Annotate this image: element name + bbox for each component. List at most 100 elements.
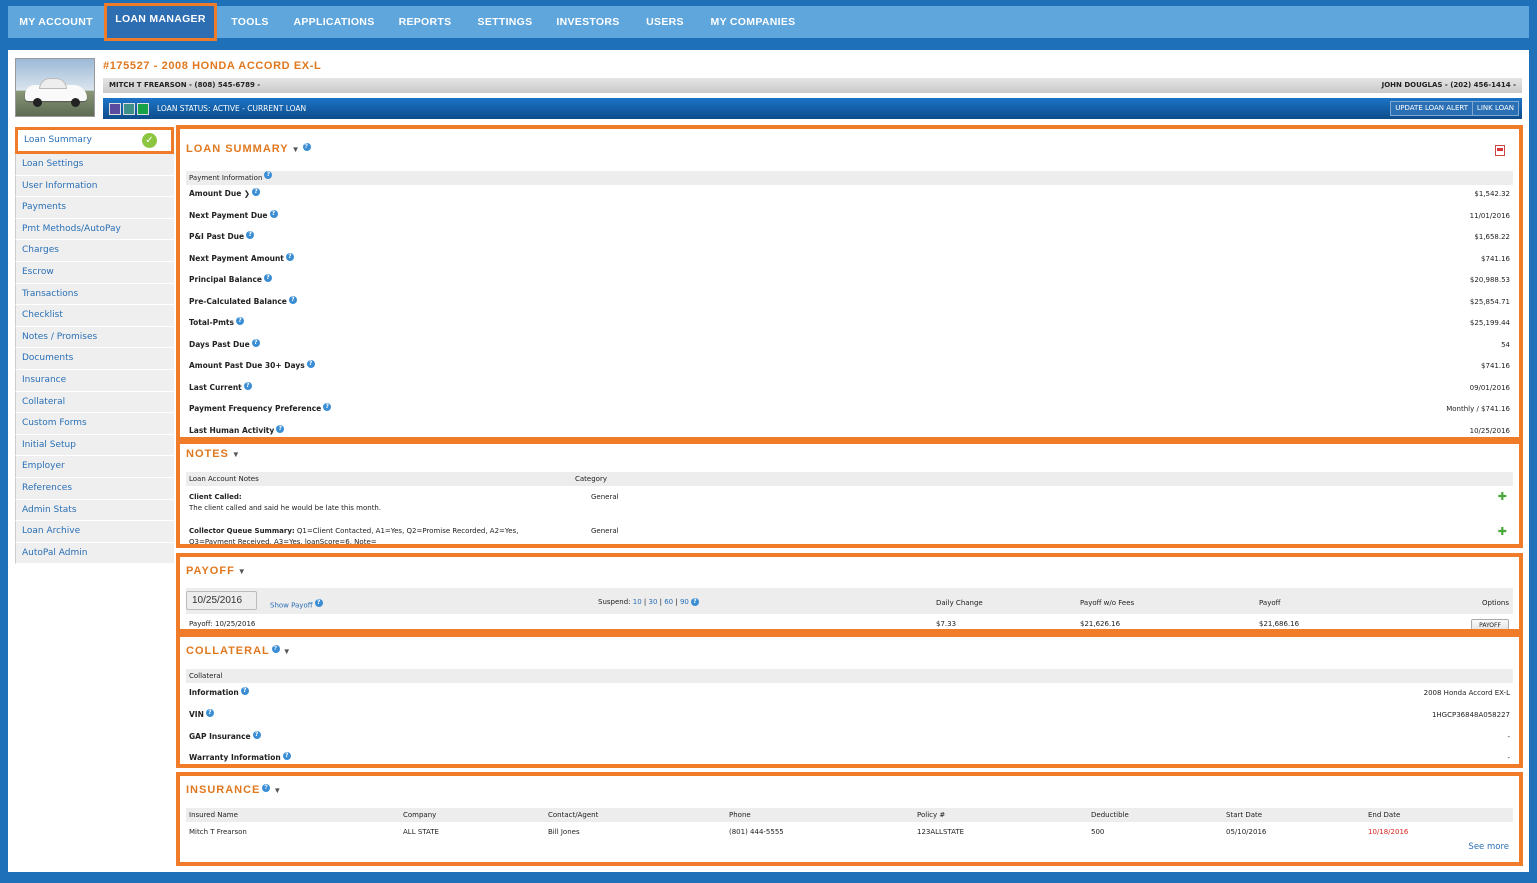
help-icon[interactable]: ? [271,645,280,653]
notes-title[interactable]: NOTES ▼ [186,448,241,460]
sidebar-item-employer[interactable]: Employer [15,456,174,478]
add-icon[interactable]: ✚ [1498,525,1507,538]
sidebar-item-admin-stats[interactable]: Admin Stats [15,499,174,522]
help-icon[interactable]: ? [243,381,252,390]
payoff-panel: PAYOFF ▼ 10/25/2016 Show Payoff? Suspend:… [176,553,1523,633]
help-icon[interactable]: ? [323,403,332,411]
status-square-2 [123,103,135,115]
nav-investors[interactable]: INVESTORS [550,6,626,38]
sidebar-item-loan-settings[interactable]: Loan Settings [15,154,174,176]
nav-settings[interactable]: SETTINGS [470,6,540,38]
loan-summary-title[interactable]: LOAN SUMMARY ▼? [186,143,311,155]
show-payoff-text: Show Payoff [270,601,313,610]
help-icon[interactable]: ? [264,171,273,179]
help-icon[interactable]: ? [690,598,699,606]
sidebar-item-charges[interactable]: Charges [15,240,174,262]
sidebar-item-documents[interactable]: Documents [15,348,174,370]
chevron-down-icon[interactable]: ▼ [273,786,282,795]
sidebar-item-checklist[interactable]: Checklist [15,305,174,327]
suspend-60-link[interactable]: 60 [664,598,673,606]
row-value: $1,542.32 [1474,190,1510,198]
suspend-options: Suspend: 10 | 30 | 60 | 90? [598,598,699,606]
sidebar-item-custom-forms[interactable]: Custom Forms [15,413,174,435]
insurance-end-date: 10/18/2016 [1368,828,1409,836]
sidebar-item-transactions[interactable]: Transactions [15,283,174,306]
help-icon[interactable]: ? [306,360,315,368]
show-payoff-link[interactable]: Show Payoff? [270,599,323,609]
payoff-title[interactable]: PAYOFF ▼ [186,565,247,577]
chevron-right-icon[interactable]: ❯ [244,189,250,198]
summary-row-pi-past-due: P&I Past Due? $1,658.22 [189,231,1510,243]
sidebar-item-initial-setup[interactable]: Initial Setup [15,434,174,457]
summary-row-last-current: Last Current? 09/01/2016 [189,381,1510,394]
row-value: $25,854.71 [1469,297,1510,306]
nav-tools[interactable]: TOOLS [222,6,278,38]
see-more-link[interactable]: See more [1468,842,1509,852]
row-value: Monthly / $741.16 [1446,405,1510,413]
help-icon[interactable]: ? [252,731,261,739]
row-label: VIN [189,710,204,719]
col-phone: Phone [729,811,751,819]
payoff-date-input[interactable]: 10/25/2016 [186,591,257,610]
chevron-down-icon[interactable]: ▼ [232,450,241,459]
help-icon[interactable]: ? [205,709,214,717]
summary-row-last-human-activity: Last Human Activity? 10/25/2016 [189,424,1510,437]
sidebar-item-pmt-methods[interactable]: Pmt Methods/AutoPay [15,218,174,241]
note-body: The client called and said he would be l… [189,504,382,512]
sidebar-item-escrow[interactable]: Escrow [15,261,174,284]
help-icon[interactable]: ? [252,188,260,196]
sidebar-item-user-information[interactable]: User Information [15,175,174,198]
add-icon[interactable]: ✚ [1498,490,1507,503]
insurance-title[interactable]: INSURANCE? ▼ [186,784,282,796]
help-icon[interactable]: ? [262,784,271,792]
sidebar-item-references[interactable]: References [15,477,174,500]
help-icon[interactable]: ? [240,687,249,695]
sidebar-item-collateral[interactable]: Collateral [15,391,174,414]
help-icon[interactable]: ? [269,209,278,218]
loan-summary-title-text: LOAN SUMMARY [186,143,289,155]
suspend-90-link[interactable]: 90 [680,598,689,606]
suspend-label: Suspend: [598,598,631,606]
nav-my-companies[interactable]: MY COMPANIES [704,6,802,38]
nav-my-account[interactable]: MY ACCOUNT [12,6,100,38]
help-icon[interactable]: ? [276,424,285,433]
pdf-icon[interactable] [1495,145,1505,156]
link-loan-button[interactable]: LINK LOAN [1471,101,1519,116]
sidebar-item-insurance[interactable]: Insurance [15,369,174,392]
update-loan-alert-button[interactable]: UPDATE LOAN ALERT [1390,101,1473,116]
row-value: 54 [1501,340,1510,349]
payoff-button[interactable]: PAYOFF [1471,619,1509,629]
nav-reports[interactable]: REPORTS [390,6,460,38]
help-icon[interactable]: ? [264,274,273,282]
status-square-3 [137,103,149,115]
help-icon[interactable]: ? [246,231,255,239]
chevron-down-icon[interactable]: ▼ [238,567,247,576]
sidebar-item-loan-archive[interactable]: Loan Archive [15,521,174,543]
help-icon[interactable]: ? [235,317,244,325]
note-row-2: Collector Queue Summary: Q1=Client Conta… [189,527,518,535]
sidebar-item-loan-summary[interactable]: Loan Summary ✓ [15,127,174,154]
row-label: Amount Due [189,189,242,198]
col-contact-agent: Contact/Agent [548,811,599,819]
help-icon[interactable]: ? [288,295,297,304]
sidebar-item-notes[interactable]: Notes / Promises [15,326,174,349]
suspend-30-link[interactable]: 30 [648,598,657,606]
chevron-down-icon[interactable]: ▼ [292,145,301,154]
nav-loan-manager[interactable]: LOAN MANAGER [104,3,217,41]
sidebar-item-payments[interactable]: Payments [15,197,174,219]
help-icon[interactable]: ? [282,752,291,760]
help-icon[interactable]: ? [285,252,294,261]
col-policy: Policy # [917,811,946,819]
notes-table-header: Loan Account Notes Category [186,472,1513,486]
vehicle-photo[interactable] [15,58,95,117]
collateral-title[interactable]: COLLATERAL? ▼ [186,645,292,657]
help-icon[interactable]: ? [302,143,311,151]
chevron-down-icon[interactable]: ▼ [283,647,292,656]
sidebar: Loan Summary ✓ Loan Settings User Inform… [15,127,174,565]
sidebar-item-autopal-admin[interactable]: AutoPal Admin [15,542,174,565]
help-icon[interactable]: ? [314,599,323,607]
suspend-10-link[interactable]: 10 [633,598,642,606]
nav-applications[interactable]: APPLICATIONS [288,6,380,38]
help-icon[interactable]: ? [251,338,260,347]
nav-users[interactable]: USERS [636,6,694,38]
